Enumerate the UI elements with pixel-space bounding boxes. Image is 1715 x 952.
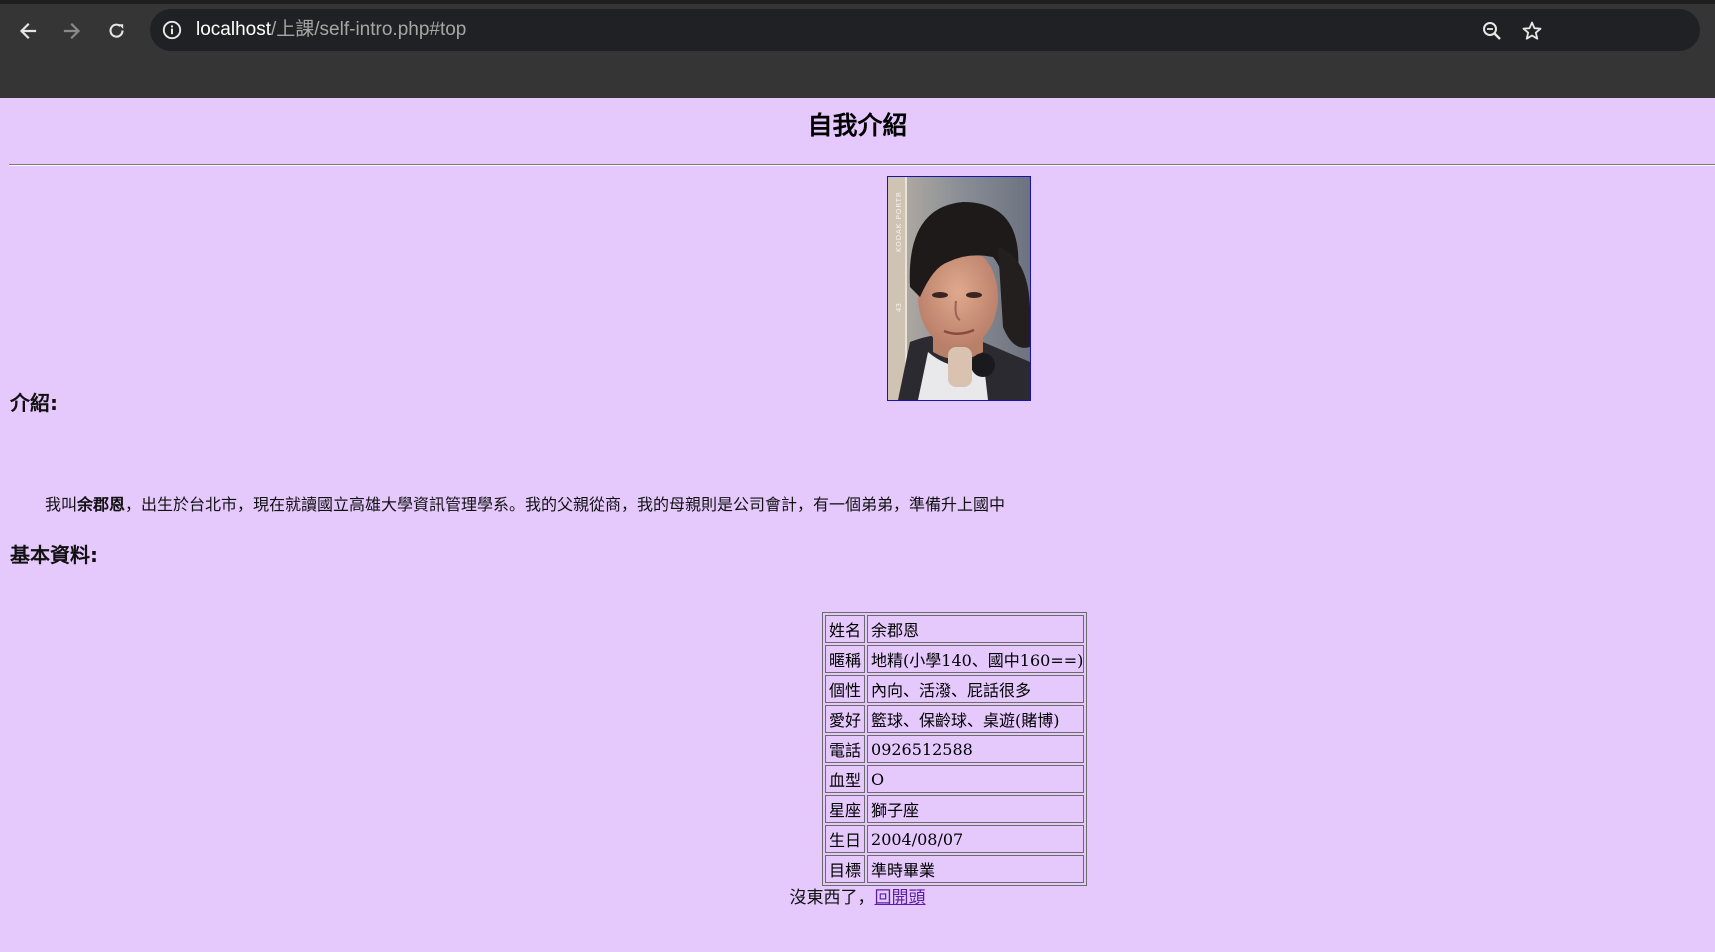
- profile-row: 暱稱 地精(小學140、國中160==): [825, 645, 1085, 673]
- profile-value: 籃球、保齡球、桌遊(賭博): [867, 705, 1085, 733]
- profile-label: 生日: [825, 825, 866, 853]
- intro-prefix: 我叫: [45, 495, 78, 514]
- back-to-top-link[interactable]: 回開頭: [875, 888, 926, 908]
- forward-button[interactable]: [55, 14, 89, 48]
- profile-row: 目標 準時畢業: [825, 855, 1085, 883]
- film-frame-number: 43: [895, 303, 903, 312]
- profile-label: 姓名: [825, 615, 866, 643]
- profile-label: 血型: [825, 765, 866, 793]
- reload-button[interactable]: [100, 14, 134, 48]
- profile-row: 血型 O: [825, 765, 1085, 793]
- intro-paragraph: 我叫余郡恩，出生於台北市，現在就讀國立高雄大學資訊管理學系。我的父親從商，我的母…: [45, 495, 1005, 515]
- reload-icon: [109, 23, 124, 38]
- profile-table: 姓名 余郡恩 暱稱 地精(小學140、國中160==) 個性 內向、活潑、屁話很多 愛好 籃球…: [822, 612, 1088, 886]
- profile-row: 個性 內向、活潑、屁話很多: [825, 675, 1085, 703]
- profile-value: 獅子座: [867, 795, 1085, 823]
- film-label: KODAK PORTR: [895, 191, 903, 252]
- intro-name: 余郡恩: [77, 495, 126, 514]
- profile-row: 電話 0926512588: [825, 735, 1085, 763]
- url-host: localhost: [196, 19, 271, 40]
- profile-row: 姓名 余郡恩: [825, 615, 1085, 643]
- footer-text: 沒東西了，: [789, 888, 875, 908]
- basic-info-heading: 基本資料:: [10, 543, 98, 567]
- url-text[interactable]: localhost/上課/self-intro.php#top: [196, 19, 466, 41]
- profile-row: 愛好 籃球、保齡球、桌遊(賭博): [825, 705, 1085, 733]
- profile-value: O: [867, 765, 1085, 793]
- browser-toolbar: localhost/上課/self-intro.php#top: [0, 0, 1715, 98]
- page-footer: 沒東西了，回開頭: [0, 887, 1715, 909]
- profile-value: 2004/08/07: [867, 825, 1085, 853]
- bookmark-star-icon[interactable]: [1520, 19, 1544, 43]
- site-info-icon[interactable]: [161, 19, 183, 41]
- page-content: 自我介紹 KODAK PORTR 43 介紹: 我叫余郡恩，出生於台北市，現在就…: [0, 98, 1715, 952]
- profile-label: 個性: [825, 675, 866, 703]
- profile-label: 暱稱: [825, 645, 866, 673]
- profile-label: 電話: [825, 735, 866, 763]
- forward-arrow-icon: [63, 22, 81, 40]
- portrait-image: KODAK PORTR 43: [888, 177, 1030, 400]
- profile-value: 內向、活潑、屁話很多: [867, 675, 1085, 703]
- address-bar[interactable]: localhost/上課/self-intro.php#top: [150, 9, 1700, 51]
- divider: [9, 164, 1715, 166]
- url-path: /上課/self-intro.php#top: [271, 19, 467, 40]
- profile-value: 余郡恩: [867, 615, 1085, 643]
- profile-photo: KODAK PORTR 43: [887, 176, 1031, 401]
- profile-row: 星座 獅子座: [825, 795, 1085, 823]
- profile-label: 目標: [825, 855, 866, 883]
- profile-value: 準時畢業: [867, 855, 1085, 883]
- profile-value: 0926512588: [867, 735, 1085, 763]
- back-button[interactable]: [11, 14, 45, 48]
- back-arrow-icon: [19, 22, 37, 40]
- profile-label: 愛好: [825, 705, 866, 733]
- zoom-icon[interactable]: [1480, 19, 1504, 43]
- profile-row: 生日 2004/08/07: [825, 825, 1085, 853]
- profile-label: 星座: [825, 795, 866, 823]
- page-title: 自我介紹: [807, 111, 908, 140]
- intro-text: ，出生於台北市，現在就讀國立高雄大學資訊管理學系。我的父親從商，我的母親則是公司…: [125, 495, 1006, 514]
- profile-value: 地精(小學140、國中160==): [867, 645, 1085, 673]
- intro-heading: 介紹:: [10, 391, 58, 415]
